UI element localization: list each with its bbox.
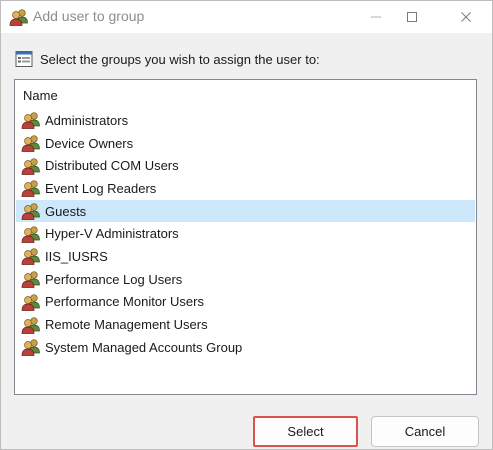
user-group-icon <box>9 7 29 27</box>
minimize-icon <box>371 16 381 18</box>
list-item[interactable]: Device Owners <box>16 132 475 155</box>
list-item-label: Hyper-V Administrators <box>45 226 179 242</box>
user-group-icon <box>21 316 41 334</box>
user-group-icon <box>21 247 41 265</box>
list-item-label: Event Log Readers <box>45 180 157 196</box>
user-group-icon <box>21 225 41 243</box>
instruction-row: Select the groups you wish to assign the… <box>15 49 320 69</box>
maximize-icon <box>407 12 417 22</box>
list-item[interactable]: Distributed COM Users <box>16 154 475 177</box>
user-group-icon <box>21 134 41 152</box>
groups-list: Administrators Device Owners Distributed C… <box>16 109 475 359</box>
window-title: Add user to group <box>33 8 145 24</box>
list-item-label: Device Owners <box>45 135 134 151</box>
title-bar[interactable]: Add user to group <box>1 1 492 33</box>
user-group-icon <box>21 179 41 197</box>
user-group-icon <box>21 111 41 129</box>
list-item[interactable]: Event Log Readers <box>16 177 475 200</box>
instruction-text: Select the groups you wish to assign the… <box>40 51 320 67</box>
list-item[interactable]: Hyper-V Administrators <box>16 222 475 245</box>
list-item-label: Administrators <box>45 112 129 128</box>
list-item-label: Guests <box>45 203 87 219</box>
list-item[interactable]: System Managed Accounts Group <box>16 336 475 359</box>
select-button[interactable]: Select <box>253 416 358 447</box>
list-item-label: Performance Log Users <box>45 271 183 287</box>
user-group-icon <box>21 202 41 220</box>
list-item[interactable]: Performance Monitor Users <box>16 291 475 314</box>
user-group-icon <box>21 157 41 175</box>
list-item[interactable]: IIS_IUSRS <box>16 245 475 268</box>
list-item-label: IIS_IUSRS <box>45 248 108 264</box>
add-user-to-group-dialog: Add user to group Select the groups you … <box>0 0 493 450</box>
close-button[interactable] <box>443 1 489 33</box>
list-item[interactable]: Remote Management Users <box>16 313 475 336</box>
maximize-button[interactable] <box>389 1 435 33</box>
close-icon <box>461 12 471 22</box>
list-item[interactable]: Guests <box>16 199 475 223</box>
user-group-icon <box>21 270 41 288</box>
list-item-label: System Managed Accounts Group <box>45 339 243 355</box>
dialog-list-icon <box>15 51 33 67</box>
list-item-label: Performance Monitor Users <box>45 294 204 310</box>
list-item[interactable]: Administrators <box>16 109 475 132</box>
list-item-label: Remote Management Users <box>45 317 208 333</box>
column-header-name[interactable]: Name <box>23 88 58 103</box>
list-item-label: Distributed COM Users <box>45 158 179 174</box>
list-item[interactable]: Performance Log Users <box>16 268 475 291</box>
user-group-icon <box>21 338 41 356</box>
cancel-button[interactable]: Cancel <box>371 416 479 447</box>
user-group-icon <box>21 293 41 311</box>
groups-listbox[interactable]: Name Administrators Device Owners Distribu… <box>14 79 477 395</box>
